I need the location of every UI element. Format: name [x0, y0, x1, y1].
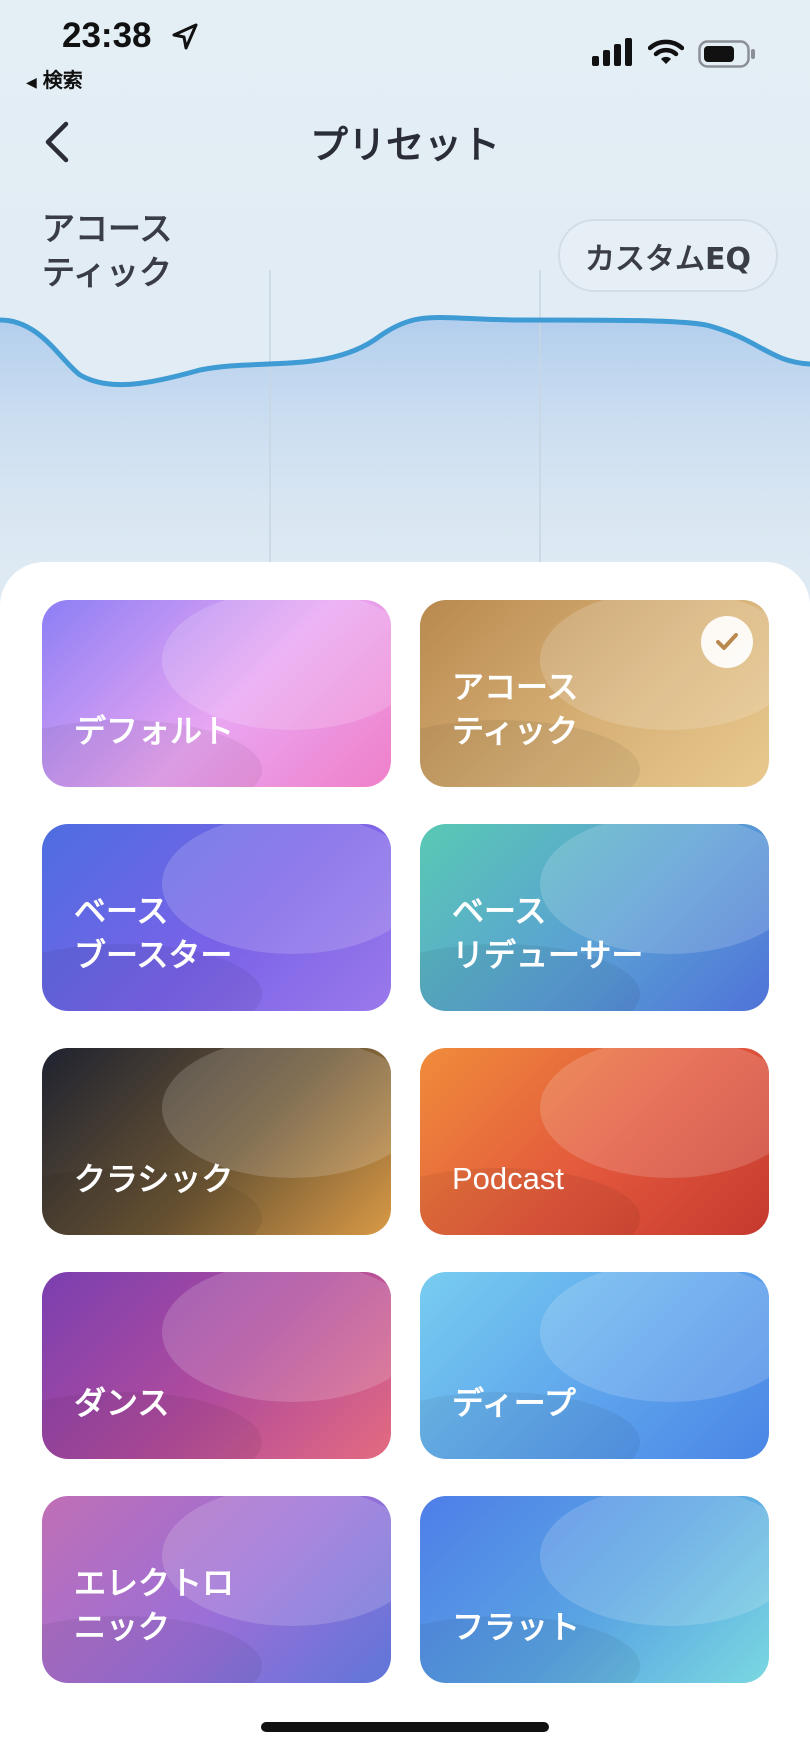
home-indicator[interactable] [261, 1722, 549, 1732]
preset-card-artwork [42, 1048, 391, 1235]
preset-card-label: クラシック [74, 1160, 234, 1198]
preset-card-label: ベース ブースター [74, 892, 233, 974]
preset-card-label: ベース リデューサー [452, 892, 644, 974]
preset-card-6[interactable]: Podcast [420, 1048, 769, 1235]
back-to-app-link[interactable]: ◀ 検索 [26, 64, 83, 93]
preset-card-label: Podcast [452, 1161, 565, 1196]
preset-card-artwork [420, 1496, 769, 1683]
eq-curve-fill [0, 317, 810, 600]
wifi-icon [648, 39, 684, 64]
preset-card-7[interactable]: ダンス [42, 1272, 391, 1459]
status-bar: 23:38 ◀ 検索 [0, 0, 810, 95]
preset-card-9[interactable]: エレクトロ ニック [42, 1496, 391, 1683]
cellular-signal-icon [592, 38, 632, 66]
preset-card-label: ダンス [74, 1384, 170, 1422]
preset-card-2[interactable]: アコース ティック [420, 600, 769, 787]
preset-card-artwork [420, 1048, 769, 1235]
preset-card-artwork [42, 600, 391, 787]
preset-card-label: フラット [452, 1608, 581, 1646]
back-triangle-icon: ◀ [26, 75, 37, 91]
location-arrow-icon [172, 23, 198, 50]
preset-card-label: ディープ [452, 1384, 576, 1422]
preset-card-1[interactable]: デフォルト [42, 600, 391, 787]
preset-card-8[interactable]: ディープ [420, 1272, 769, 1459]
preset-card-label: エレクトロ ニック [74, 1564, 235, 1646]
preset-card-4[interactable]: ベース リデューサー [420, 824, 769, 1011]
battery-icon [698, 40, 755, 68]
preset-card-5[interactable]: クラシック [42, 1048, 391, 1235]
page-title: プリセット [309, 123, 500, 167]
back-app-label: 検索 [42, 68, 83, 92]
preset-card-10[interactable]: フラット [420, 1496, 769, 1683]
preset-card-artwork [42, 1272, 391, 1459]
preset-card-label: アコース ティック [452, 668, 579, 750]
preset-card-3[interactable]: ベース ブースター [42, 824, 391, 1011]
preset-card-label: デフォルト [74, 712, 235, 750]
eq-curve-graph [0, 270, 810, 600]
selected-check-icon [701, 616, 753, 668]
preset-card-artwork [420, 1272, 769, 1459]
navigation-bar: プリセット [0, 100, 810, 180]
status-time: 23:38 [62, 16, 152, 55]
